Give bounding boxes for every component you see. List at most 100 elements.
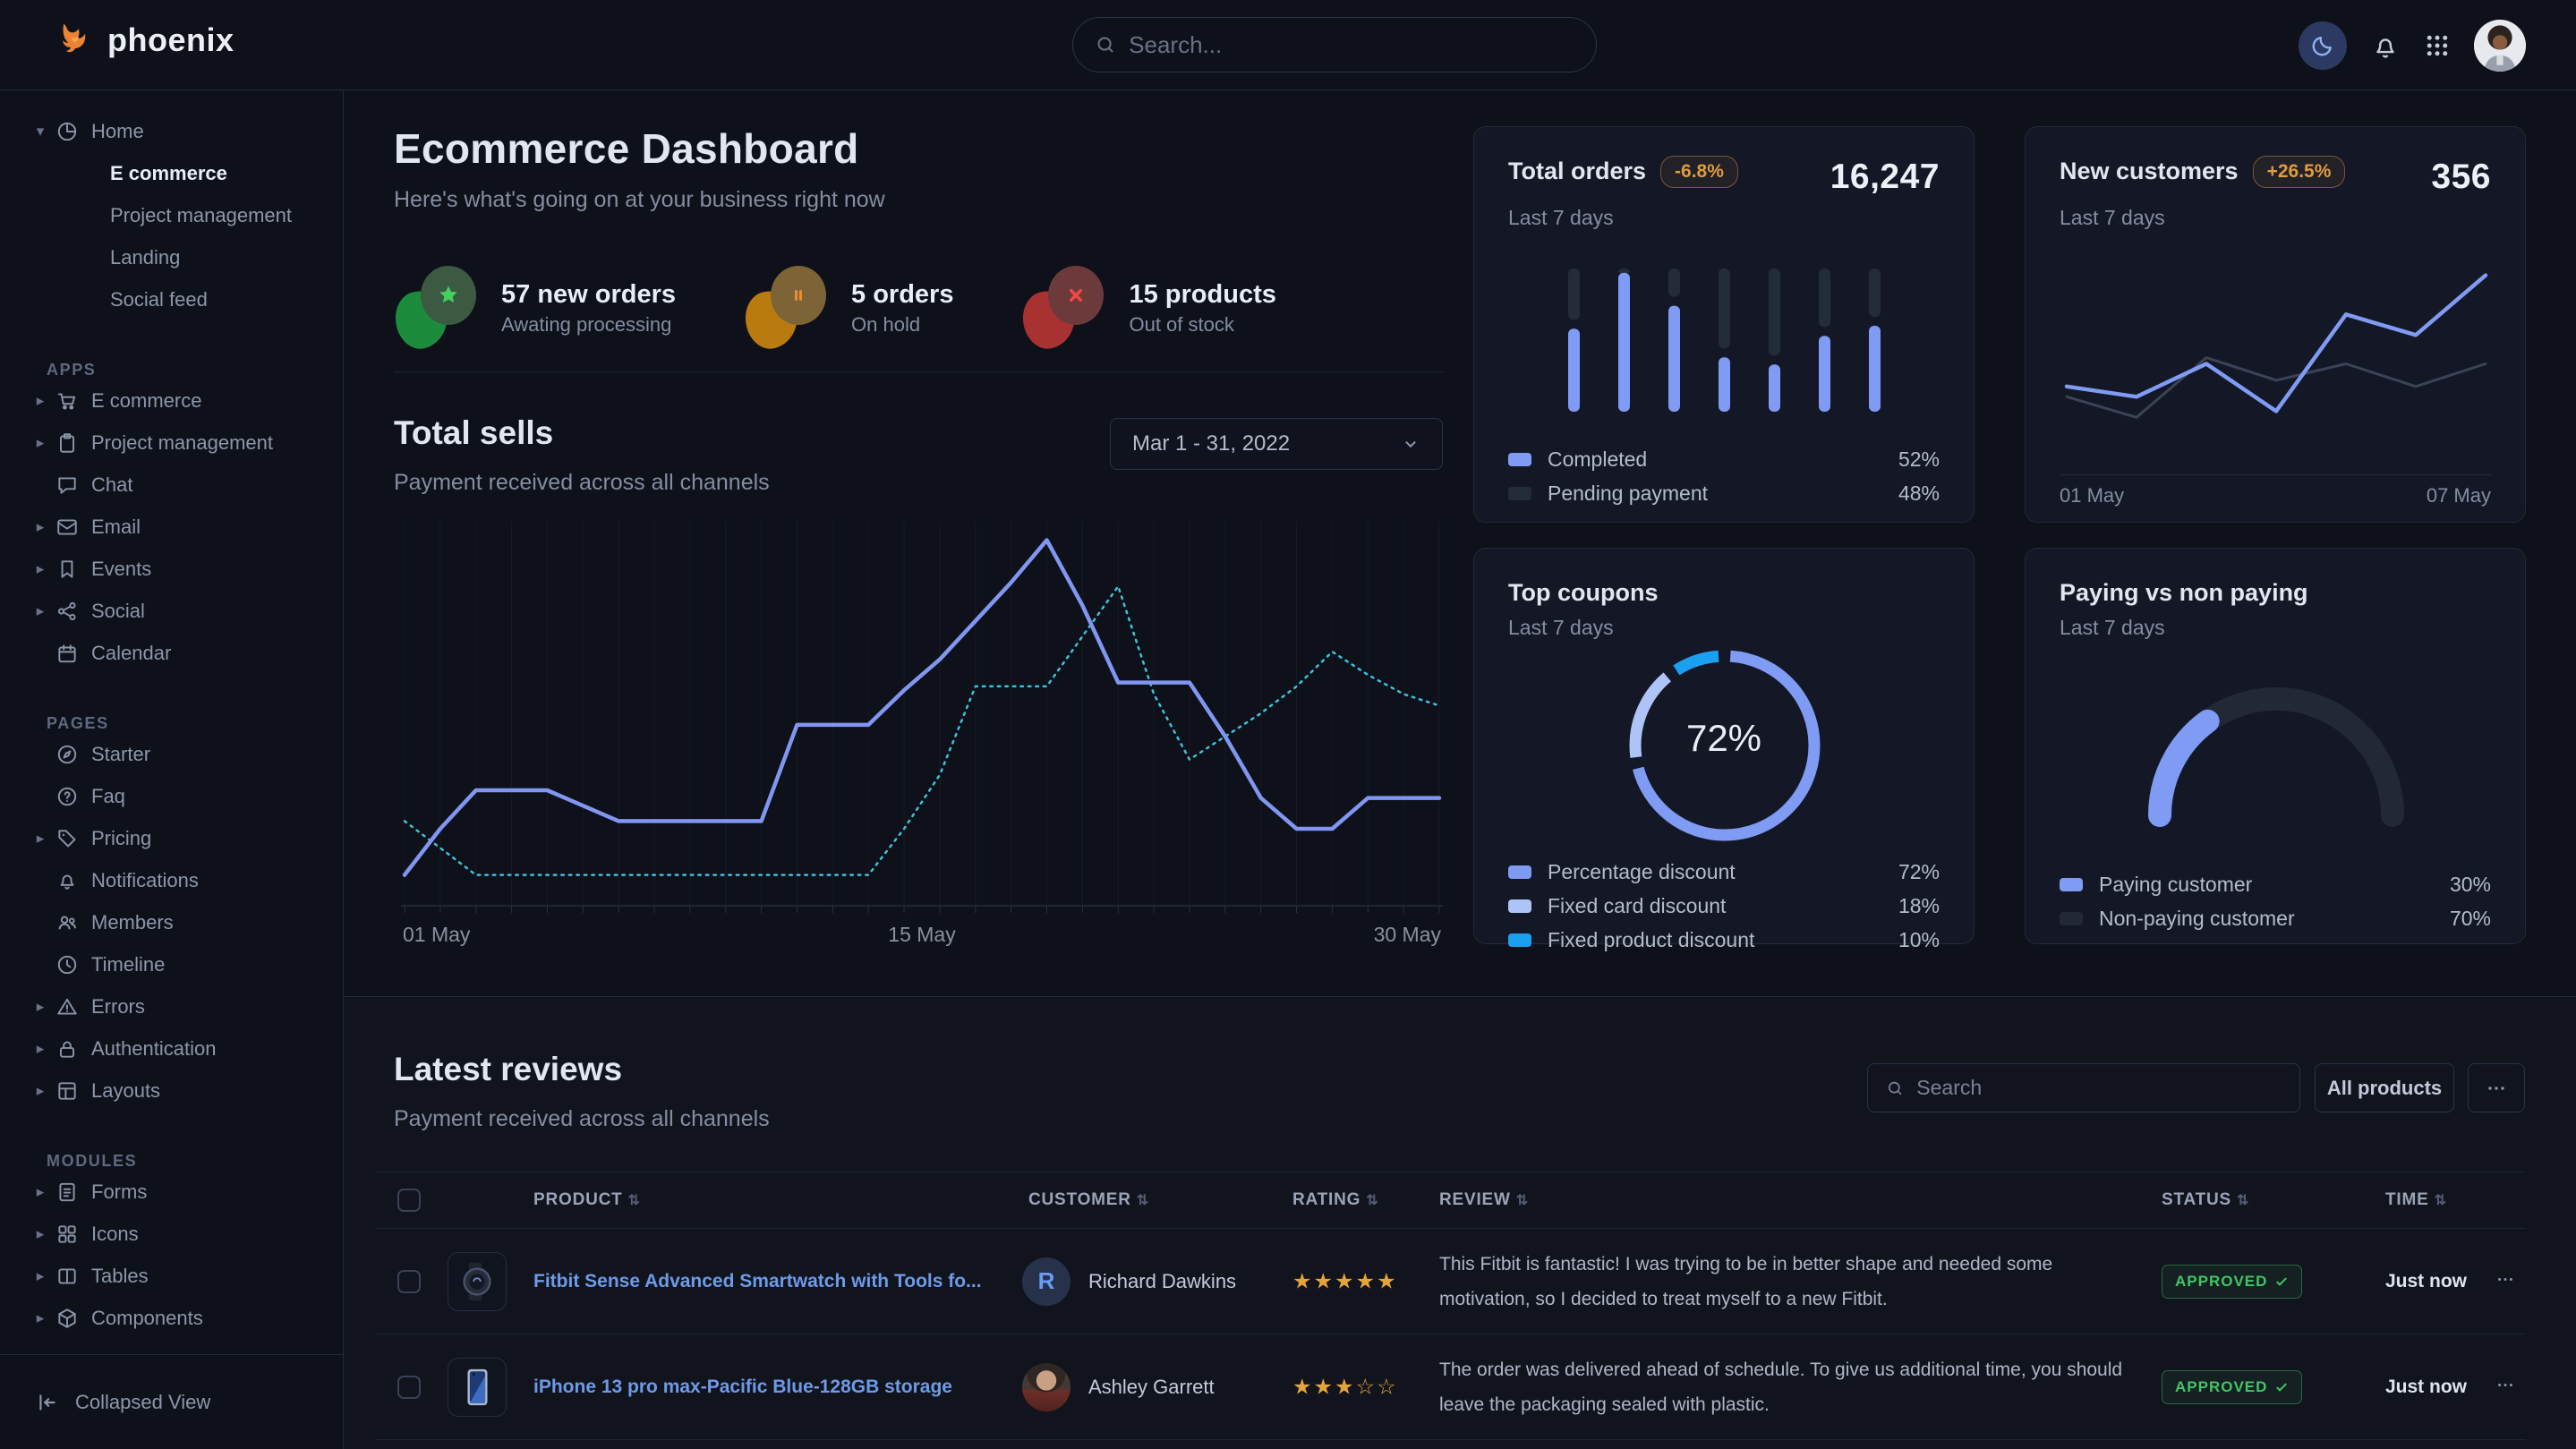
legend-row: Percentage discount72% xyxy=(1508,855,1940,889)
coupons-legend: Percentage discount72%Fixed card discoun… xyxy=(1508,855,1940,957)
sidebar-item-errors[interactable]: ▸Errors xyxy=(0,985,343,1027)
customers-axis: 01 May 07 May xyxy=(2060,474,2491,507)
svg-text:15 May: 15 May xyxy=(888,923,956,946)
envelope-icon xyxy=(55,516,79,539)
user-avatar[interactable] xyxy=(2474,20,2526,72)
sidebar-section-apps: APPS xyxy=(0,342,343,379)
column-time[interactable]: TIME⇅ xyxy=(2385,1190,2447,1210)
product-thumbnail xyxy=(448,1358,507,1417)
row-checkbox[interactable] xyxy=(397,1376,421,1399)
legend-row: Pending payment48% xyxy=(1508,476,1940,510)
calendar-icon xyxy=(55,642,79,665)
paying-gauge-chart xyxy=(2124,665,2428,835)
product-thumbnail xyxy=(448,1252,507,1311)
column-status[interactable]: STATUS⇅ xyxy=(2162,1190,2249,1210)
column-product[interactable]: PRODUCT⇅ xyxy=(533,1190,641,1210)
column-review[interactable]: REVIEW⇅ xyxy=(1439,1190,1529,1210)
card-title: Paying vs non paying xyxy=(2060,579,2308,607)
reviews-title: Latest reviews xyxy=(394,1051,622,1088)
caret-right-icon: ▸ xyxy=(32,518,48,536)
product-link[interactable]: Fitbit Sense Advanced Smartwatch with To… xyxy=(533,1271,982,1292)
sidebar-item-home[interactable]: ▾Home xyxy=(0,110,343,152)
table-body: Fitbit Sense Advanced Smartwatch with To… xyxy=(376,1229,2526,1449)
paying-legend: Paying customer30%Non-paying customer70% xyxy=(2060,867,2491,935)
sidebar-subitem-social-feed[interactable]: Social feed xyxy=(0,278,343,320)
main-content: Ecommerce Dashboard Here's what's going … xyxy=(344,90,2576,1449)
column-rating[interactable]: RATING⇅ xyxy=(1292,1190,1378,1210)
sidebar-item-tables[interactable]: ▸Tables xyxy=(0,1255,343,1297)
customer-name: Richard Dawkins xyxy=(1088,1270,1236,1293)
sidebar-item-pricing[interactable]: ▸Pricing xyxy=(0,817,343,859)
lock-icon xyxy=(55,1037,79,1061)
product-link[interactable]: iPhone 13 pro max-Pacific Blue-128GB sto… xyxy=(533,1377,952,1398)
app-root: phoenix ▾HomeE commerceProject managemen… xyxy=(0,0,2576,1449)
column-customer[interactable]: CUSTOMER⇅ xyxy=(1028,1190,1149,1210)
theme-toggle-moon-icon[interactable] xyxy=(2299,21,2347,70)
total-orders-card: Total orders -6.8% 16,247 Last 7 days Co… xyxy=(1473,126,1975,523)
sidebar-item-timeline[interactable]: Timeline xyxy=(0,943,343,985)
reviews-search-input[interactable] xyxy=(1916,1076,2282,1100)
caret-right-icon: ▸ xyxy=(32,998,48,1016)
review-text: This Fitbit is fantastic! I was trying t… xyxy=(1439,1247,2128,1317)
sidebar-item-notifications[interactable]: Notifications xyxy=(0,859,343,901)
search-input[interactable] xyxy=(1129,31,1574,59)
donut-center-value: 72% xyxy=(1686,717,1761,760)
sidebar-item-layouts[interactable]: ▸Layouts xyxy=(0,1070,343,1112)
sidebar-item-authentication[interactable]: ▸Authentication xyxy=(0,1027,343,1070)
card-period: Last 7 days xyxy=(2060,616,2491,640)
select-all-checkbox[interactable] xyxy=(397,1189,421,1212)
sort-icon: ⇅ xyxy=(2237,1193,2249,1208)
sort-icon: ⇅ xyxy=(628,1193,641,1208)
collapsed-view-label: Collapsed View xyxy=(75,1391,210,1414)
reviews-search[interactable] xyxy=(1867,1063,2300,1112)
users-icon xyxy=(55,911,79,934)
pie-chart-icon xyxy=(55,120,79,143)
sidebar-item-email[interactable]: ▸Email xyxy=(0,506,343,548)
stat-out-of-stock: 15 productsOut of stock xyxy=(1023,266,1275,348)
collapsed-view-toggle[interactable]: Collapsed View xyxy=(0,1354,343,1449)
sidebar-item-forms[interactable]: ▸Forms xyxy=(0,1171,343,1213)
sidebar: ▾HomeE commerceProject managementLanding… xyxy=(0,90,344,1449)
legend-swatch xyxy=(1508,487,1531,500)
pause-icon xyxy=(771,266,826,325)
sidebar-subitem-e-commerce[interactable]: E commerce xyxy=(0,152,343,194)
all-products-button[interactable]: All products xyxy=(2315,1063,2454,1112)
sidebar-item-social[interactable]: ▸Social xyxy=(0,590,343,632)
row-checkbox[interactable] xyxy=(397,1270,421,1293)
chevron-down-icon xyxy=(1401,434,1420,454)
date-range-select[interactable]: Mar 1 - 31, 2022 xyxy=(1110,418,1443,470)
apps-grid-icon[interactable] xyxy=(2424,32,2451,59)
sidebar-item-calendar[interactable]: Calendar xyxy=(0,632,343,674)
sidebar-item-chat[interactable]: Chat xyxy=(0,464,343,506)
sidebar-item-e-commerce[interactable]: ▸E commerce xyxy=(0,379,343,422)
sidebar-item-events[interactable]: ▸Events xyxy=(0,548,343,590)
row-more-icon[interactable] xyxy=(2495,1375,2515,1399)
brand-logo[interactable]: phoenix xyxy=(55,20,235,61)
card-value: 16,247 xyxy=(1830,158,1940,197)
legend-row: Fixed card discount18% xyxy=(1508,889,1940,923)
sidebar-subitem-project-management[interactable]: Project management xyxy=(0,194,343,236)
sidebar-item-members[interactable]: Members xyxy=(0,901,343,943)
card-value: 356 xyxy=(2431,158,2491,197)
more-options-button[interactable] xyxy=(2468,1063,2525,1112)
caret-right-icon: ▸ xyxy=(32,830,48,848)
sidebar-subitem-landing[interactable]: Landing xyxy=(0,236,343,278)
sidebar-item-starter[interactable]: Starter xyxy=(0,733,343,775)
sidebar-item-icons[interactable]: ▸Icons xyxy=(0,1213,343,1255)
sidebar-item-faq[interactable]: Faq xyxy=(0,775,343,817)
row-more-icon[interactable] xyxy=(2495,1269,2515,1293)
status-badge: APPROVED xyxy=(2162,1370,2302,1404)
global-search[interactable] xyxy=(1072,17,1597,72)
paying-card: Paying vs non paying Last 7 days Paying … xyxy=(2025,548,2526,944)
customers-line-chart xyxy=(2060,240,2493,468)
notifications-bell-icon[interactable] xyxy=(2370,30,2401,61)
latest-reviews-section: Latest reviews Payment received across a… xyxy=(344,996,2576,1449)
phoenix-flame-icon xyxy=(55,20,95,61)
sidebar-item-components[interactable]: ▸Components xyxy=(0,1297,343,1339)
legend-swatch xyxy=(1508,933,1531,947)
card-period: Last 7 days xyxy=(1508,206,1940,230)
svg-text:01 May: 01 May xyxy=(403,923,471,946)
caret-right-icon: ▸ xyxy=(32,560,48,578)
sidebar-item-project-management[interactable]: ▸Project management xyxy=(0,422,343,464)
star-icon xyxy=(421,266,476,325)
